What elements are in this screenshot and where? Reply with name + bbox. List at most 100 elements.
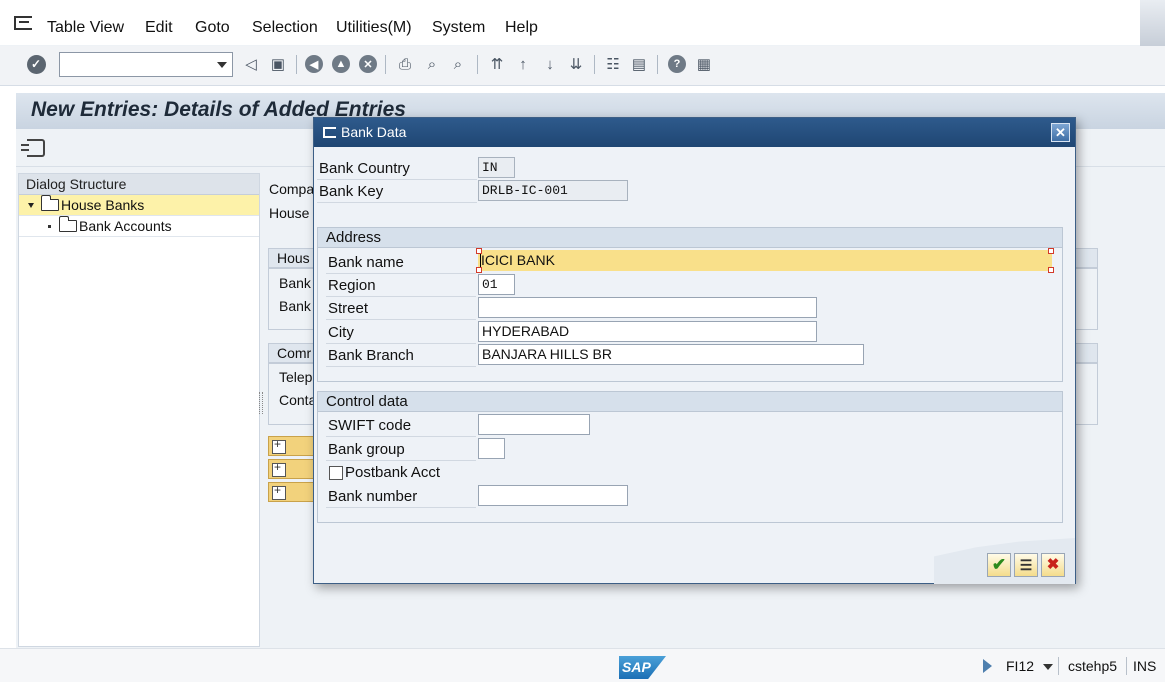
menu-selection[interactable]: Selection — [252, 19, 318, 37]
postbank-label: Postbank Acct — [345, 464, 441, 481]
create-session-icon[interactable]: ☷ — [603, 54, 623, 74]
bank-branch-field[interactable]: BANJARA HILLS BR — [478, 344, 864, 365]
contact-label: Conta — [279, 392, 313, 408]
tree-header: Dialog Structure — [19, 174, 259, 195]
chevron-down-icon[interactable] — [217, 62, 227, 68]
house-bank-label: House — [269, 205, 310, 221]
status-separator — [1126, 657, 1127, 675]
back-green-icon[interactable]: ◀ — [304, 54, 324, 74]
bank-key-label: Bank Key — [319, 183, 384, 200]
system-menu-icon[interactable] — [14, 16, 32, 30]
label-underline — [326, 507, 476, 508]
transaction-code: FI12 — [1006, 658, 1035, 674]
splitter-handle[interactable] — [259, 392, 263, 414]
toolbar-separator — [477, 55, 478, 74]
house-bank-data-header: Hous — [277, 250, 310, 266]
label-underline — [326, 273, 476, 274]
status-bar: SAP FI12 cstehp5 INS — [0, 648, 1165, 682]
bank-group-field[interactable] — [478, 438, 505, 459]
tree-node-house-banks[interactable]: House Banks — [19, 195, 259, 216]
enter-icon[interactable]: ✓ — [26, 54, 46, 74]
resize-handle[interactable] — [1048, 248, 1054, 254]
bank-number-field[interactable] — [478, 485, 628, 506]
menu-utilities[interactable]: Utilities(M) — [336, 19, 412, 37]
help-icon[interactable]: ? — [667, 54, 687, 74]
postbank-checkbox[interactable] — [329, 466, 343, 480]
display-change-icon[interactable] — [21, 139, 45, 157]
previous-page-icon[interactable]: ↑ — [513, 54, 533, 74]
label-underline — [317, 179, 477, 180]
status-expand-icon[interactable] — [983, 659, 992, 673]
expand-arrow-icon[interactable] — [28, 202, 34, 208]
bank-country-label: Bank Country — [319, 160, 410, 177]
last-page-icon[interactable]: ⇊ — [566, 54, 586, 74]
layout-icon[interactable]: ▦ — [694, 54, 714, 74]
chevron-down-icon[interactable] — [1043, 664, 1053, 670]
label-underline — [326, 436, 476, 437]
tree-node-bank-accounts[interactable]: Bank Accounts — [19, 216, 259, 237]
command-field[interactable] — [59, 52, 233, 77]
bank-group-label: Bank group — [328, 441, 405, 458]
control-data-group-header: Control data — [318, 392, 1062, 412]
label-underline — [326, 319, 476, 320]
input-mode[interactable]: INS — [1133, 658, 1156, 674]
next-page-icon[interactable]: ↓ — [540, 54, 560, 74]
resize-handle[interactable] — [476, 267, 482, 273]
tree-node-label: Bank Accounts — [79, 218, 172, 234]
first-page-icon[interactable]: ⇈ — [487, 54, 507, 74]
label-underline — [326, 343, 476, 344]
bank-branch-label: Bank Branch — [328, 347, 414, 364]
region-field[interactable]: 01 — [478, 274, 515, 295]
bank-key-bg-label: Bank — [279, 298, 311, 314]
details-button[interactable]: ☰ — [1014, 553, 1038, 577]
tree-bullet-icon — [48, 224, 51, 228]
toolbar-separator — [385, 55, 386, 74]
continue-button[interactable]: ✔ — [987, 553, 1011, 577]
address-group-header: Address — [318, 228, 1062, 248]
resize-handle[interactable] — [1048, 267, 1054, 273]
expand-block-button[interactable] — [268, 436, 314, 456]
telephone-label: Telep — [279, 369, 313, 385]
bank-key-field: DRLB-IC-001 — [478, 180, 628, 201]
cancel-icon[interactable]: ✕ — [358, 54, 378, 74]
exit-icon[interactable]: ▲ — [331, 54, 351, 74]
cancel-button[interactable]: ✖ — [1041, 553, 1065, 577]
menu-goto[interactable]: Goto — [195, 19, 230, 37]
toolbar-separator — [594, 55, 595, 74]
print-icon[interactable]: ⎙ — [395, 54, 415, 74]
sap-logo: SAP — [619, 656, 666, 679]
save-icon[interactable]: ▣ — [268, 54, 288, 74]
back-icon[interactable]: ◁ — [241, 54, 261, 74]
toolbar-separator — [296, 55, 297, 74]
street-label: Street — [328, 300, 369, 317]
swift-code-field[interactable] — [478, 414, 590, 435]
folder-icon — [58, 216, 77, 232]
expand-block-button[interactable] — [268, 482, 314, 502]
status-separator — [1058, 657, 1059, 675]
street-field[interactable] — [478, 297, 817, 318]
communication-header: Comr — [277, 345, 312, 361]
tree-node-label: House Banks — [61, 197, 145, 213]
label-underline — [326, 366, 476, 367]
dialog-structure-tree: Dialog Structure House Banks Bank Accoun… — [18, 173, 260, 647]
close-icon[interactable]: ✕ — [1051, 123, 1070, 142]
menu-edit[interactable]: Edit — [145, 19, 173, 37]
swift-code-label: SWIFT code — [328, 417, 412, 434]
menu-help[interactable]: Help — [505, 19, 538, 37]
standard-toolbar: ✓ ◁ ▣ ◀ ▲ ✕ ⎙ ⌕ ⌕ ⇈ ↑ ↓ ⇊ ☷ ▤ ? ▦ — [0, 46, 1165, 86]
city-field[interactable]: HYDERABAD — [478, 321, 817, 342]
shortcut-icon[interactable]: ▤ — [629, 54, 649, 74]
bank-name-field[interactable]: ICICI BANK — [478, 250, 1052, 271]
bank-name-label: Bank name — [328, 254, 404, 271]
dialog-title: Bank Data — [341, 124, 407, 140]
dialog-system-icon — [323, 127, 336, 138]
find-icon[interactable]: ⌕ — [422, 54, 442, 74]
menu-table-view[interactable]: Table View — [47, 19, 124, 37]
resize-handle[interactable] — [476, 248, 482, 254]
expand-block-button[interactable] — [268, 459, 314, 479]
control-data-group: Control data — [317, 391, 1063, 523]
find-next-icon[interactable]: ⌕ — [448, 54, 468, 74]
dialog-title-bar[interactable]: Bank Data ✕ — [314, 118, 1075, 147]
command-input[interactable] — [60, 53, 210, 75]
menu-system[interactable]: System — [432, 19, 485, 37]
